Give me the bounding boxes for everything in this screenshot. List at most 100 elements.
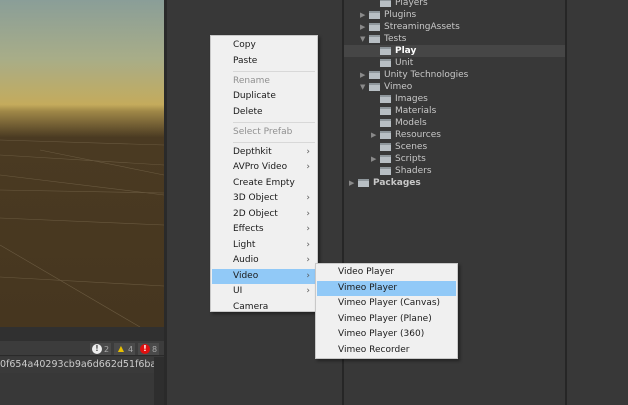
menu-item-label: Vimeo Player (360) (338, 329, 425, 339)
menu-item-copy[interactable]: Copy (212, 38, 316, 54)
menu-item-ui[interactable]: UI › (212, 284, 316, 300)
folder-models[interactable]: Models (344, 117, 565, 129)
folder-packages[interactable]: ▶ Packages (344, 177, 565, 189)
menu-separator (233, 122, 315, 123)
folder-label: Unity Technologies (384, 70, 469, 80)
menu-item-delete[interactable]: Delete (212, 105, 316, 121)
warning-count-toggle[interactable]: ▲ 4 (114, 343, 136, 355)
folder-shaders[interactable]: Shaders (344, 165, 565, 177)
scene-view[interactable] (0, 0, 164, 327)
menu-item-label: Video Player (338, 267, 395, 277)
collapsed-arrow-icon[interactable]: ▶ (371, 129, 376, 141)
folder-label: Resources (395, 130, 441, 140)
folder-scripts[interactable]: ▶ Scripts (344, 153, 565, 165)
folder-plugins[interactable]: ▶ Plugins (344, 9, 565, 21)
menu-item-label: Select Prefab (233, 126, 293, 137)
folder-icon (369, 11, 380, 19)
folder-streamingassets[interactable]: ▶ StreamingAssets (344, 21, 565, 33)
folder-play[interactable]: Play (344, 45, 565, 57)
collapsed-arrow-icon[interactable]: ▶ (371, 153, 376, 165)
menu-item-label: Vimeo Player (Plane) (338, 313, 432, 324)
folder-unity-technologies[interactable]: ▶ Unity Technologies (344, 69, 565, 81)
folder-resources[interactable]: ▶ Resources (344, 129, 565, 141)
folder-images[interactable]: Images (344, 93, 565, 105)
submenu-arrow-icon: › (306, 239, 310, 250)
folder-icon (369, 71, 380, 79)
console-header (0, 327, 164, 341)
warning-icon: ▲ (117, 344, 125, 353)
menu-item-rename: Rename (212, 74, 316, 90)
menu-item-vimeo-player-canvas[interactable]: Vimeo Player (Canvas) (317, 296, 456, 312)
folder-players[interactable]: Players (344, 0, 565, 9)
submenu-arrow-icon: › (306, 208, 310, 219)
menu-item-light[interactable]: Light › (212, 238, 316, 254)
log-text: 0f654a40293cb9a6d662d51f6ba3c (0, 359, 154, 370)
menu-item-create-empty[interactable]: Create Empty (212, 176, 316, 192)
menu-item-vimeo-recorder[interactable]: Vimeo Recorder (317, 343, 456, 359)
menu-item-depthkit[interactable]: Depthkit › (212, 145, 316, 161)
info-count-toggle[interactable]: ! 2 (90, 343, 112, 355)
folder-unit[interactable]: Unit (344, 57, 565, 69)
folder-icon (380, 155, 391, 163)
menu-item-vimeo-player[interactable]: Vimeo Player (317, 280, 456, 296)
menu-item-label: UI (233, 286, 243, 296)
folder-scenes[interactable]: Scenes (344, 141, 565, 153)
menu-item-select-prefab: Select Prefab (212, 125, 316, 141)
folder-label: StreamingAssets (384, 22, 460, 32)
menu-item-audio[interactable]: Audio › (212, 253, 316, 269)
expanded-arrow-icon[interactable]: ▼ (360, 81, 365, 93)
folder-label: Play (395, 46, 417, 56)
folder-icon (380, 119, 391, 127)
info-count: 2 (104, 344, 110, 354)
folder-label: Models (395, 118, 427, 128)
menu-item-3d-object[interactable]: 3D Object › (212, 191, 316, 207)
folder-label: Scenes (395, 142, 428, 152)
menu-item-label: Audio (233, 255, 259, 265)
folder-label: Images (395, 94, 428, 104)
folder-icon (380, 167, 391, 175)
folder-vimeo[interactable]: ▼ Vimeo (344, 81, 565, 93)
menu-item-label: Rename (233, 75, 270, 86)
menu-separator (233, 142, 315, 143)
menu-item-video[interactable]: Video › (212, 268, 316, 284)
folder-label: Vimeo (384, 82, 413, 92)
menu-item-label: Video (233, 270, 259, 281)
collapsed-arrow-icon[interactable]: ▶ (360, 21, 365, 33)
collapsed-arrow-icon[interactable]: ▶ (349, 177, 354, 189)
collapsed-arrow-icon[interactable]: ▶ (360, 69, 365, 81)
menu-item-label: Depthkit (233, 146, 272, 157)
menu-item-duplicate[interactable]: Duplicate (212, 89, 316, 105)
folder-tests[interactable]: ▼ Tests (344, 33, 565, 45)
collapsed-arrow-icon[interactable]: ▶ (360, 9, 365, 21)
folder-materials[interactable]: Materials (344, 105, 565, 117)
menu-item-vimeo-player-360[interactable]: Vimeo Player (360) (317, 327, 456, 343)
menu-item-effects[interactable]: Effects › (212, 222, 316, 238)
submenu-arrow-icon: › (306, 193, 310, 203)
console-log-entry[interactable]: 0f654a40293cb9a6d662d51f6ba3c (0, 357, 154, 373)
menu-item-vimeo-player-plane[interactable]: Vimeo Player (Plane) (317, 312, 456, 328)
console-scrollbar[interactable] (154, 357, 164, 405)
menu-item-2d-object[interactable]: 2D Object › (212, 207, 316, 223)
menu-item-label: 2D Object (233, 208, 278, 219)
folder-icon (380, 95, 391, 103)
folder-icon (380, 47, 391, 55)
menu-item-avpro-video[interactable]: AVPro Video › (212, 160, 316, 176)
folder-icon (380, 143, 391, 151)
expanded-arrow-icon[interactable]: ▼ (360, 33, 365, 45)
folder-icon (369, 35, 380, 43)
menu-item-label: 3D Object (233, 193, 278, 203)
menu-item-label: Delete (233, 106, 263, 117)
error-count-toggle[interactable]: ! 8 (138, 343, 160, 355)
folder-icon (369, 83, 380, 91)
folder-label: Players (395, 0, 428, 8)
folder-icon (380, 59, 391, 67)
folder-icon (380, 131, 391, 139)
menu-item-label: AVPro Video (233, 162, 288, 172)
panel-divider[interactable] (164, 0, 167, 405)
submenu-arrow-icon: › (306, 286, 310, 296)
menu-item-camera[interactable]: Camera (212, 300, 316, 316)
menu-item-paste[interactable]: Paste (212, 54, 316, 70)
console-toolbar: ! 2 ▲ 4 ! 8 (0, 341, 164, 356)
submenu-arrow-icon: › (306, 224, 310, 234)
menu-item-video-player[interactable]: Video Player (317, 265, 456, 281)
